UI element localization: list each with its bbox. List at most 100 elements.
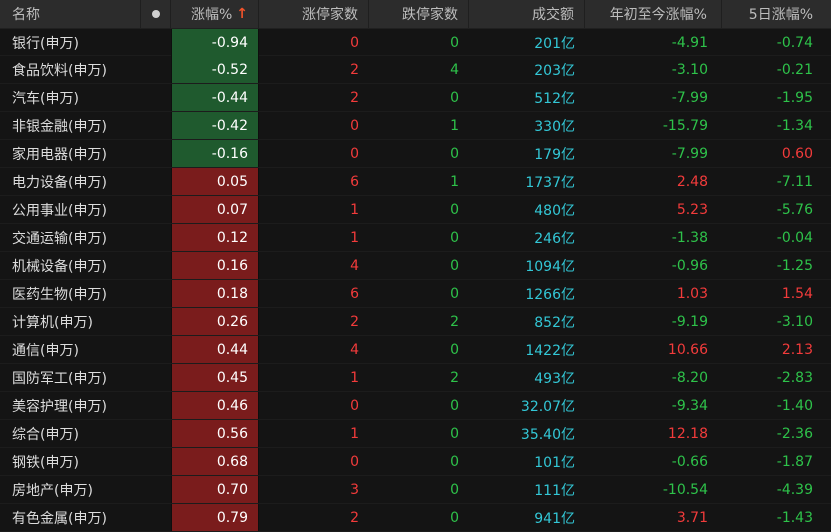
table-row[interactable]: 公用事业(申万) 0.07 1 0 480亿 5.23 -5.76 bbox=[0, 196, 831, 224]
row-dot-cell bbox=[141, 336, 171, 363]
sector-name: 电力设备(申万) bbox=[12, 174, 107, 191]
limit-up-count: 0 bbox=[350, 117, 359, 134]
table-row[interactable]: 计算机(申万) 0.26 2 2 852亿 -9.19 -3.10 bbox=[0, 308, 831, 336]
change-cell: 0.12 bbox=[171, 224, 259, 251]
sector-name: 钢铁(申万) bbox=[12, 454, 79, 471]
volume-value: 1094亿 bbox=[525, 258, 575, 275]
five-day-change: 2.13 bbox=[781, 341, 813, 358]
table-row[interactable]: 通信(申万) 0.44 4 0 1422亿 10.66 2.13 bbox=[0, 336, 831, 364]
sector-name: 汽车(申万) bbox=[12, 90, 79, 107]
table-row[interactable]: 食品饮料(申万) -0.52 2 4 203亿 -3.10 -0.21 bbox=[0, 56, 831, 84]
change-cell: 0.05 bbox=[171, 168, 259, 195]
five-day-change: -1.34 bbox=[776, 117, 813, 134]
change-cell: -0.52 bbox=[171, 56, 259, 83]
sector-name: 通信(申万) bbox=[12, 342, 79, 359]
column-header-limit-up-label: 涨停家数 bbox=[302, 7, 358, 23]
row-dot-cell bbox=[141, 476, 171, 503]
column-header-change-label: 涨幅% bbox=[190, 7, 233, 23]
ytd-change: -10.54 bbox=[662, 481, 708, 498]
table-row[interactable]: 医药生物(申万) 0.18 6 0 1266亿 1.03 1.54 bbox=[0, 280, 831, 308]
column-header-name-label: 名称 bbox=[12, 7, 40, 23]
change-cell: 0.56 bbox=[171, 420, 259, 447]
table-row[interactable]: 有色金属(申万) 0.79 2 0 941亿 3.71 -1.43 bbox=[0, 504, 831, 532]
sector-name: 国防军工(申万) bbox=[12, 370, 107, 387]
volume-value: 32.07亿 bbox=[520, 398, 575, 415]
change-cell: -0.42 bbox=[171, 112, 259, 139]
limit-down-count: 0 bbox=[450, 425, 459, 442]
column-header-ytd[interactable]: 年初至今涨幅% bbox=[585, 0, 722, 28]
table-row[interactable]: 国防军工(申万) 0.45 1 2 493亿 -8.20 -2.83 bbox=[0, 364, 831, 392]
volume-value: 941亿 bbox=[534, 510, 575, 527]
ytd-change: -7.99 bbox=[671, 145, 708, 162]
sector-name: 综合(申万) bbox=[12, 426, 79, 443]
table-body: 银行(申万) -0.94 0 0 201亿 -4.91 -0.74 食品饮料(申万) -0.52… bbox=[0, 29, 831, 532]
limit-down-count: 0 bbox=[450, 201, 459, 218]
table-header: 名称 涨幅% ↑ 涨停家数 跌停家数 成交额 年初至今涨幅% 5日涨幅% bbox=[0, 0, 831, 29]
change-cell: 0.16 bbox=[171, 252, 259, 279]
change-cell: 0.46 bbox=[171, 392, 259, 419]
sector-name: 医药生物(申万) bbox=[12, 286, 107, 303]
ytd-change: -9.19 bbox=[671, 313, 708, 330]
ytd-change: -0.96 bbox=[671, 257, 708, 274]
limit-down-count: 0 bbox=[450, 229, 459, 246]
column-header-name[interactable]: 名称 bbox=[0, 0, 141, 28]
column-header-limit-up[interactable]: 涨停家数 bbox=[259, 0, 369, 28]
sector-name: 银行(申万) bbox=[12, 35, 79, 52]
ytd-change: -4.91 bbox=[671, 34, 708, 51]
five-day-change: -3.10 bbox=[776, 313, 813, 330]
row-dot-cell bbox=[141, 280, 171, 307]
column-header-volume[interactable]: 成交额 bbox=[469, 0, 585, 28]
five-day-change: -2.83 bbox=[776, 369, 813, 386]
limit-down-count: 1 bbox=[450, 173, 459, 190]
ytd-change: 2.48 bbox=[676, 173, 708, 190]
volume-value: 852亿 bbox=[534, 314, 575, 331]
change-cell: 0.79 bbox=[171, 504, 259, 531]
five-day-change: -1.87 bbox=[776, 453, 813, 470]
table-row[interactable]: 钢铁(申万) 0.68 0 0 101亿 -0.66 -1.87 bbox=[0, 448, 831, 476]
volume-value: 101亿 bbox=[534, 454, 575, 471]
table-row[interactable]: 家用电器(申万) -0.16 0 0 179亿 -7.99 0.60 bbox=[0, 140, 831, 168]
limit-up-count: 0 bbox=[350, 453, 359, 470]
table-row[interactable]: 综合(申万) 0.56 1 0 35.40亿 12.18 -2.36 bbox=[0, 420, 831, 448]
five-day-change: -1.95 bbox=[776, 89, 813, 106]
volume-value: 493亿 bbox=[534, 370, 575, 387]
row-dot-cell bbox=[141, 448, 171, 475]
sector-name: 食品饮料(申万) bbox=[12, 62, 107, 79]
sector-name: 有色金属(申万) bbox=[12, 510, 107, 527]
table-row[interactable]: 交通运输(申万) 0.12 1 0 246亿 -1.38 -0.04 bbox=[0, 224, 831, 252]
table-row[interactable]: 汽车(申万) -0.44 2 0 512亿 -7.99 -1.95 bbox=[0, 84, 831, 112]
table-row[interactable]: 机械设备(申万) 0.16 4 0 1094亿 -0.96 -1.25 bbox=[0, 252, 831, 280]
sort-ascending-icon: ↑ bbox=[236, 6, 248, 22]
sector-name: 美容护理(申万) bbox=[12, 398, 107, 415]
limit-up-count: 1 bbox=[350, 229, 359, 246]
sector-name: 家用电器(申万) bbox=[12, 146, 107, 163]
sector-name: 非银金融(申万) bbox=[12, 118, 107, 135]
ytd-change: -0.66 bbox=[671, 453, 708, 470]
table-row[interactable]: 房地产(申万) 0.70 3 0 111亿 -10.54 -4.39 bbox=[0, 476, 831, 504]
change-cell: -0.16 bbox=[171, 140, 259, 167]
limit-down-count: 0 bbox=[450, 285, 459, 302]
limit-down-count: 0 bbox=[450, 509, 459, 526]
column-header-five-day[interactable]: 5日涨幅% bbox=[722, 0, 831, 28]
ytd-change: 10.66 bbox=[667, 341, 708, 358]
change-cell: -0.44 bbox=[171, 84, 259, 111]
ytd-change: -1.38 bbox=[671, 229, 708, 246]
ytd-change: 5.23 bbox=[676, 201, 708, 218]
limit-up-count: 2 bbox=[350, 313, 359, 330]
table-row[interactable]: 美容护理(申万) 0.46 0 0 32.07亿 -9.34 -1.40 bbox=[0, 392, 831, 420]
change-cell: -0.94 bbox=[171, 29, 259, 56]
five-day-change: 0.60 bbox=[781, 145, 813, 162]
table-row[interactable]: 银行(申万) -0.94 0 0 201亿 -4.91 -0.74 bbox=[0, 29, 831, 56]
column-header-change[interactable]: 涨幅% ↑ bbox=[171, 0, 259, 28]
change-cell: 0.44 bbox=[171, 336, 259, 363]
ytd-change: -15.79 bbox=[662, 117, 708, 134]
column-header-dot[interactable] bbox=[141, 0, 171, 28]
limit-up-count: 0 bbox=[350, 397, 359, 414]
table-row[interactable]: 非银金融(申万) -0.42 0 1 330亿 -15.79 -1.34 bbox=[0, 112, 831, 140]
table-row[interactable]: 电力设备(申万) 0.05 6 1 1737亿 2.48 -7.11 bbox=[0, 168, 831, 196]
column-header-limit-down[interactable]: 跌停家数 bbox=[369, 0, 469, 28]
sector-name: 交通运输(申万) bbox=[12, 230, 107, 247]
row-dot-cell bbox=[141, 420, 171, 447]
row-dot-cell bbox=[141, 140, 171, 167]
row-dot-cell bbox=[141, 504, 171, 531]
